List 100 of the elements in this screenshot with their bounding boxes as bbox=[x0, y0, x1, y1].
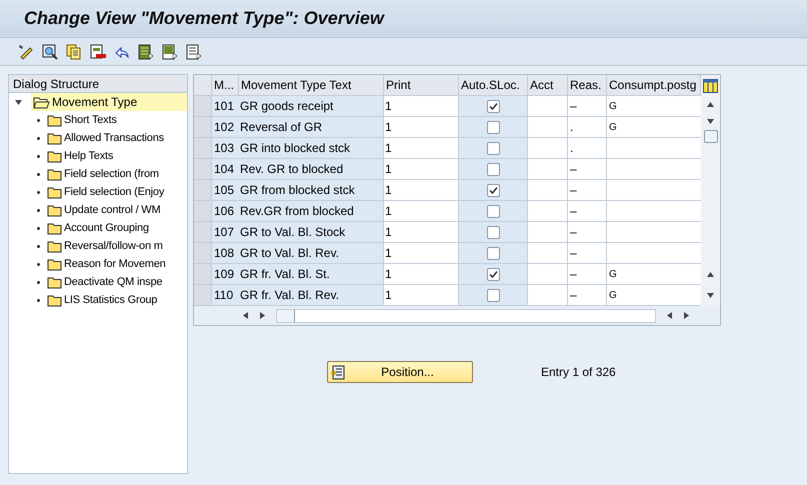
reas-field[interactable]: – bbox=[568, 243, 607, 263]
scroll-down-icon[interactable] bbox=[707, 118, 714, 125]
reas-field[interactable]: – bbox=[568, 96, 607, 116]
checkbox[interactable] bbox=[486, 288, 500, 302]
bullet-icon bbox=[37, 172, 40, 176]
scrollbar-thumb[interactable] bbox=[277, 310, 295, 322]
scroll-down-icon[interactable] bbox=[707, 292, 714, 299]
tree-item[interactable]: Field selection (from bbox=[9, 165, 187, 183]
column-header[interactable]: Print bbox=[384, 75, 459, 95]
checkbox[interactable] bbox=[486, 226, 500, 238]
consumpt-field[interactable] bbox=[607, 222, 701, 242]
window-title: Change View "Movement Type": Overview bbox=[24, 7, 384, 30]
print-field[interactable]: 1 bbox=[384, 180, 459, 200]
folder-icon bbox=[47, 150, 62, 162]
folder-icon bbox=[47, 258, 62, 270]
consumpt-field[interactable]: G bbox=[607, 117, 701, 137]
consumpt-field[interactable] bbox=[607, 243, 701, 263]
tree-item[interactable]: Reversal/follow-on m bbox=[9, 237, 187, 255]
reas-field[interactable]: – bbox=[568, 264, 607, 284]
tree-item[interactable]: Allowed Transactions bbox=[9, 129, 187, 147]
column-header[interactable]: Movement Type Text bbox=[239, 75, 384, 95]
consumpt-field[interactable]: G bbox=[607, 96, 701, 116]
print-field[interactable]: 1 bbox=[384, 159, 459, 179]
pencil-icon[interactable] bbox=[18, 44, 34, 60]
scroll-left-icon[interactable] bbox=[666, 312, 673, 319]
consumpt-field[interactable] bbox=[607, 159, 701, 179]
scroll-up-icon[interactable] bbox=[707, 271, 714, 278]
print-field[interactable]: 1 bbox=[384, 117, 459, 137]
reas-field[interactable]: . bbox=[568, 138, 607, 158]
tree-item[interactable]: Deactivate QM inspe bbox=[9, 273, 187, 291]
consumpt-field[interactable]: G bbox=[607, 285, 701, 305]
entry-info: Entry 1 of 326 bbox=[541, 364, 616, 381]
scroll-right-icon[interactable] bbox=[259, 312, 266, 319]
folder-icon bbox=[47, 222, 62, 234]
tree-item[interactable]: Account Grouping bbox=[9, 219, 187, 237]
table-cell: Rev.GR from blocked bbox=[239, 201, 384, 221]
tree-label: Reversal/follow-on m bbox=[64, 238, 163, 254]
reas-field[interactable]: – bbox=[568, 159, 607, 179]
checkbox[interactable] bbox=[486, 100, 500, 112]
print-field[interactable]: 1 bbox=[384, 222, 459, 242]
tree-label: Help Texts bbox=[64, 148, 114, 164]
scroll-right-icon[interactable] bbox=[683, 312, 690, 319]
reas-field[interactable]: – bbox=[568, 222, 607, 242]
search-icon[interactable] bbox=[42, 44, 58, 60]
bullet-icon bbox=[37, 154, 40, 158]
scrollbar-thumb[interactable] bbox=[704, 130, 718, 143]
folder-icon bbox=[47, 114, 62, 126]
column-header[interactable]: M... bbox=[212, 75, 239, 95]
folder-icon bbox=[47, 168, 62, 180]
print-field[interactable]: 1 bbox=[384, 201, 459, 221]
tree-item[interactable]: Update control / WM bbox=[9, 201, 187, 219]
tree-item[interactable]: Short Texts bbox=[9, 111, 187, 129]
table-cell: GR goods receipt bbox=[239, 96, 384, 116]
checkbox[interactable] bbox=[486, 142, 500, 154]
print-field[interactable]: 1 bbox=[384, 285, 459, 305]
checkbox[interactable] bbox=[486, 204, 500, 218]
expand-arrow-icon[interactable] bbox=[15, 98, 22, 106]
folder-icon bbox=[47, 186, 62, 198]
deselect-icon[interactable] bbox=[186, 44, 202, 60]
print-field[interactable]: 1 bbox=[384, 96, 459, 116]
print-field[interactable]: 1 bbox=[384, 138, 459, 158]
table-cell: GR fr. Val. Bl. Rev. bbox=[239, 285, 384, 305]
select-all-icon[interactable] bbox=[138, 44, 154, 60]
scroll-up-icon[interactable] bbox=[707, 101, 714, 108]
checkbox[interactable] bbox=[486, 120, 500, 134]
tree-item[interactable]: Reason for Movemen bbox=[9, 255, 187, 273]
reas-field[interactable]: . bbox=[568, 117, 607, 137]
bullet-icon bbox=[37, 244, 40, 248]
print-field[interactable]: 1 bbox=[384, 243, 459, 263]
tree-label: Reason for Movemen bbox=[64, 256, 166, 272]
table-cell: Rev. GR to blocked bbox=[239, 159, 384, 179]
position-icon bbox=[330, 364, 345, 380]
column-header[interactable]: Reas. bbox=[568, 75, 607, 95]
column-header[interactable]: Acct bbox=[528, 75, 568, 95]
checkbox[interactable] bbox=[486, 246, 500, 260]
tree-item[interactable]: LIS Statistics Group bbox=[9, 291, 187, 309]
tree-label: Deactivate QM inspe bbox=[64, 274, 162, 290]
column-header[interactable]: Auto.SLoc. bbox=[459, 75, 528, 95]
consumpt-field[interactable] bbox=[607, 138, 701, 158]
reas-field[interactable]: – bbox=[568, 285, 607, 305]
consumpt-field[interactable] bbox=[607, 180, 701, 200]
checkbox[interactable] bbox=[486, 184, 500, 196]
reas-field[interactable]: – bbox=[568, 180, 607, 200]
select-block-icon[interactable] bbox=[162, 44, 178, 60]
tree-label: Short Texts bbox=[64, 112, 117, 128]
consumpt-field[interactable] bbox=[607, 201, 701, 221]
scroll-left-icon[interactable] bbox=[242, 312, 249, 319]
consumpt-field[interactable]: G bbox=[607, 264, 701, 284]
checkbox[interactable] bbox=[486, 268, 500, 280]
tree-item[interactable]: Help Texts bbox=[9, 147, 187, 165]
checkbox[interactable] bbox=[486, 162, 500, 176]
tree-item[interactable]: Field selection (Enjoy bbox=[9, 183, 187, 201]
position-button[interactable]: Position... bbox=[327, 361, 473, 383]
print-field[interactable]: 1 bbox=[384, 264, 459, 284]
table-cell: GR fr. Val. Bl. St. bbox=[239, 264, 384, 284]
delete-row-icon[interactable] bbox=[90, 44, 106, 60]
horizontal-scrollbar[interactable] bbox=[276, 308, 656, 322]
panel-title: Dialog Structure bbox=[13, 76, 100, 92]
reas-field[interactable]: – bbox=[568, 201, 607, 221]
copy-icon[interactable] bbox=[66, 44, 82, 60]
